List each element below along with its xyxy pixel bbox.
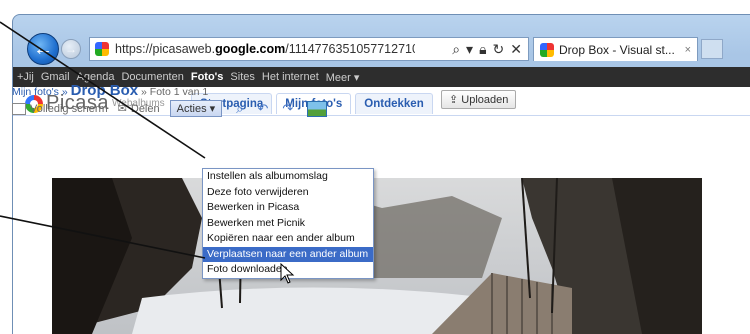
winter-landscape-photo: [52, 178, 702, 334]
zoom-icon[interactable]: ⌕: [236, 101, 243, 117]
tab-title: Drop Box - Visual st...: [559, 42, 675, 57]
edit-photo-icon[interactable]: [307, 100, 328, 117]
refresh-icon[interactable]: ↻: [493, 41, 505, 58]
gbar-item-meer[interactable]: Meer ▾: [326, 71, 360, 84]
breadcrumb-album[interactable]: Drop Box: [71, 82, 139, 99]
share-button[interactable]: ✉ Delen: [117, 102, 160, 116]
menu-item-edit-picasa[interactable]: Bewerken in Picasa: [203, 200, 373, 216]
photo-toolbar: Volledig scherm ✉ Delen Acties ▾ ⌕ ↶ ↷: [12, 100, 328, 117]
gbar-item-sites[interactable]: Sites: [230, 71, 254, 83]
address-text: https://picasaweb.google.com/11147763510…: [115, 42, 415, 56]
fullscreen-button[interactable]: Volledig scherm: [12, 102, 108, 115]
menu-item-edit-picnik[interactable]: Bewerken met Picnik: [203, 216, 373, 232]
breadcrumb-photo: » Foto 1 van 1: [141, 86, 209, 98]
rotate-right-icon[interactable]: ↷: [282, 101, 293, 117]
forward-button[interactable]: →: [61, 39, 81, 59]
breadcrumb: Mijn foto's » Drop Box » Foto 1 van 1: [12, 82, 209, 99]
actions-dropdown[interactable]: Acties ▾: [169, 100, 223, 117]
picasa-favicon-icon: [95, 42, 109, 56]
gbar-item-internet[interactable]: Het internet: [262, 71, 319, 83]
upload-icon: ⇪: [449, 94, 462, 106]
back-arrow-icon: ←: [33, 37, 53, 60]
rotate-left-icon[interactable]: ↶: [257, 101, 268, 117]
tab-close-icon[interactable]: ×: [685, 44, 691, 56]
forward-arrow-icon: →: [65, 42, 77, 56]
browser-tab[interactable]: Drop Box - Visual st... ×: [533, 37, 698, 61]
breadcrumb-root[interactable]: Mijn foto's: [12, 86, 59, 98]
upload-button[interactable]: ⇪ Uploaden: [441, 90, 517, 109]
address-controls: ⌕ ▾ 🔒︎ ↻ ✕: [452, 41, 528, 58]
main-photo[interactable]: [52, 178, 702, 334]
tab-ontdekken[interactable]: Ontdekken: [355, 93, 433, 114]
new-tab-button[interactable]: [701, 39, 723, 59]
menu-item-copy-album[interactable]: Kopiëren naar een ander album: [203, 231, 373, 247]
fullscreen-icon: [12, 102, 26, 115]
menu-item-delete-photo[interactable]: Deze foto verwijderen: [203, 185, 373, 201]
back-button[interactable]: ←: [27, 33, 59, 65]
address-bar[interactable]: https://picasaweb.google.com/11147763510…: [89, 37, 529, 61]
mail-icon: ✉: [117, 103, 127, 115]
menu-item-set-cover[interactable]: Instellen als albumomslag: [203, 169, 373, 185]
dropdown-icon[interactable]: ▾: [466, 41, 473, 58]
lock-icon[interactable]: 🔒︎: [479, 41, 486, 58]
search-icon[interactable]: ⌕: [452, 41, 460, 58]
stop-icon[interactable]: ✕: [510, 41, 522, 58]
picasa-favicon-icon: [540, 42, 554, 57]
actions-menu: Instellen als albumomslag Deze foto verw…: [202, 168, 374, 279]
mouse-pointer-icon: [280, 263, 295, 284]
menu-item-move-album[interactable]: Verplaatsen naar een ander album: [203, 246, 373, 262]
